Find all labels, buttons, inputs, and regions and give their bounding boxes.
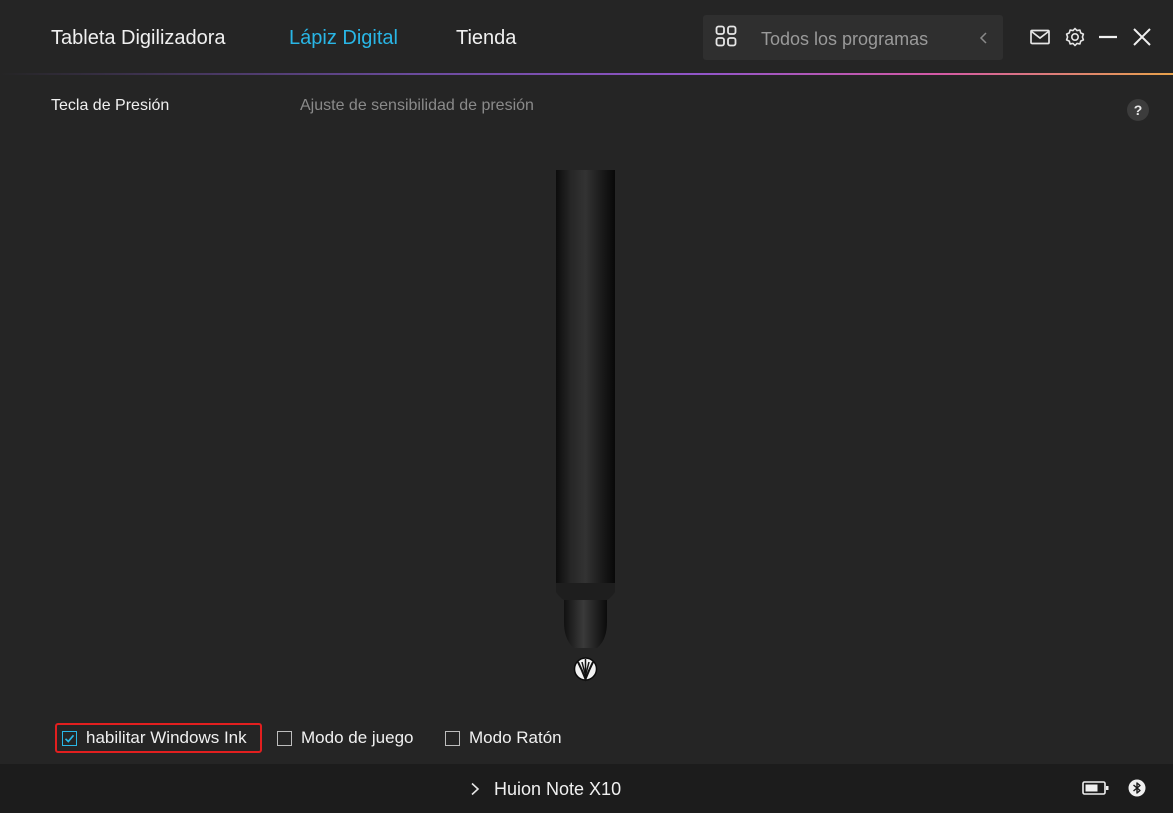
mail-icon[interactable]: [1029, 26, 1051, 48]
close-icon[interactable]: [1131, 26, 1153, 48]
game-mode-checkbox[interactable]: Modo de juego: [277, 728, 413, 748]
tab-lapiz-digital[interactable]: Lápiz Digital: [289, 26, 398, 50]
top-bar: Tableta Digilizadora Lápiz Digital Tiend…: [0, 0, 1173, 74]
bottom-bar: Huion Note X10: [0, 764, 1173, 813]
mouse-mode-label: Modo Ratón: [469, 728, 562, 747]
tab-tableta-digitalizadora[interactable]: Tableta Digilizadora: [51, 26, 226, 50]
help-button[interactable]: ?: [1127, 99, 1149, 121]
section-subtitle: Ajuste de sensibilidad de presión: [300, 97, 534, 114]
program-selector-label: Todos los programas: [761, 29, 929, 49]
chevron-right-icon: [471, 782, 480, 796]
minimize-icon[interactable]: [1097, 26, 1119, 48]
mouse-mode-checkbox[interactable]: Modo Ratón: [445, 728, 562, 748]
chevron-left-icon[interactable]: [977, 28, 991, 48]
checkbox-checked-icon: [62, 730, 77, 746]
gear-icon[interactable]: [1064, 26, 1086, 48]
grid-icon: [715, 25, 737, 47]
header-divider: [0, 73, 1173, 75]
checkbox-unchecked-icon: [445, 730, 460, 746]
device-name: Huion Note X10: [494, 779, 622, 799]
windows-ink-label: habilitar Windows Ink: [86, 728, 247, 747]
game-mode-label: Modo de juego: [301, 728, 414, 747]
checkbox-unchecked-icon: [277, 730, 292, 746]
tab-tienda[interactable]: Tienda: [456, 26, 516, 50]
bluetooth-icon: [1128, 779, 1146, 797]
battery-icon: [1082, 781, 1109, 795]
pen-image: [556, 170, 615, 682]
device-selector[interactable]: Huion Note X10: [470, 778, 621, 800]
program-selector[interactable]: Todos los programas: [703, 15, 1003, 60]
windows-ink-checkbox[interactable]: habilitar Windows Ink: [62, 728, 247, 748]
section-title: Tecla de Presión: [51, 97, 170, 114]
